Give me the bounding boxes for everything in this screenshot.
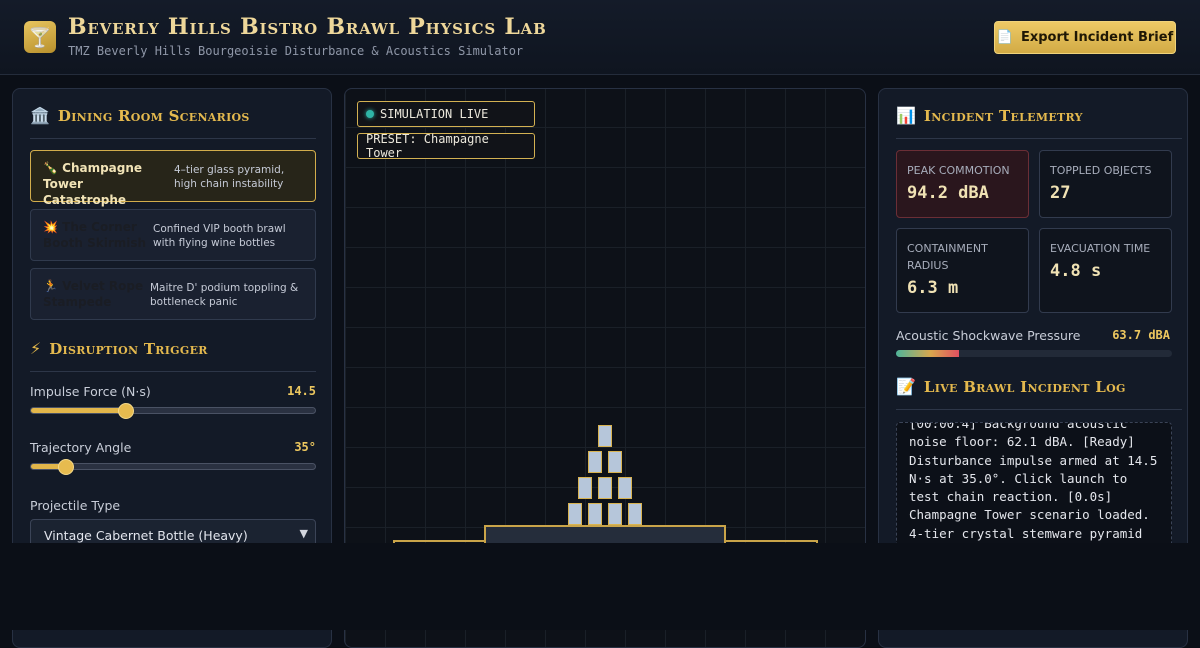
- pressure-label: Acoustic Shockwave Pressure: [896, 328, 1081, 343]
- metric-label: CONTAINMENT RADIUS: [907, 242, 988, 272]
- scenario-card-corner-booth[interactable]: 💥 The Corner Booth Skirmish Confined VIP…: [30, 209, 316, 261]
- metric-value: 4.8 s: [1050, 261, 1102, 281]
- scenario-card-champagne-tower[interactable]: 🍾 Champagne Tower Catastrophe 4–tier gla…: [30, 150, 316, 207]
- pressure-meter-fill: [896, 350, 960, 357]
- slider-value: 35°: [294, 440, 316, 454]
- section-header-telemetry: 📊 Incident Telemetry: [896, 106, 1182, 139]
- document-icon: 📄: [996, 30, 1013, 45]
- champagne-glass: [618, 477, 632, 499]
- slider-track[interactable]: [30, 403, 316, 419]
- slider-value: 14.5: [287, 384, 316, 398]
- export-button-label: Export Incident Brief: [1020, 30, 1174, 45]
- live-indicator-icon: [366, 110, 374, 118]
- pressure-meter: [896, 350, 1172, 357]
- scenario-name: 🏃 Velvet Rope Stampede: [43, 279, 144, 309]
- app-subtitle: TMZ Beverly Hills Bourgeoisie Disturbanc…: [68, 44, 524, 58]
- champagne-icon: 🍾: [43, 161, 58, 175]
- app-title: Beverly Hills Bistro Brawl Physics Lab: [68, 14, 547, 40]
- top-bar: 🍸 Beverly Hills Bistro Brawl Physics Lab…: [0, 0, 1200, 75]
- champagne-glass: [608, 451, 622, 473]
- projectile-type-label: Projectile Type: [30, 498, 121, 513]
- metric-label: TOPPLED OBJECTS: [1050, 164, 1152, 177]
- metric-value: 27: [1050, 183, 1071, 203]
- section-title: Dining Room Scenarios: [57, 107, 250, 125]
- slider-thumb[interactable]: [117, 403, 134, 419]
- pressure-value: 63.7 dBA: [1112, 328, 1170, 342]
- slider-thumb[interactable]: [58, 459, 75, 475]
- scenario-description: Maitre D' podium toppling & bottleneck p…: [150, 282, 299, 308]
- preset-text: PRESET: Champagne Tower: [366, 132, 489, 160]
- metric-label: PEAK COMMOTION: [907, 164, 1010, 177]
- scenario-card-velvet-rope[interactable]: 🏃 Velvet Rope Stampede Maitre D' podium …: [30, 268, 316, 320]
- champagne-glass: [608, 503, 622, 525]
- viewport-bottom: [0, 543, 1200, 630]
- lightning-icon: ⚡: [30, 339, 42, 358]
- metric-peak-commotion: PEAK COMMOTION 94.2 dBA: [896, 150, 1029, 218]
- section-title: Disruption Trigger: [49, 340, 208, 358]
- champagne-glass: [588, 503, 602, 525]
- section-header-log: 📝 Live Brawl Incident Log: [896, 377, 1182, 410]
- export-incident-brief-button[interactable]: 📄 Export Incident Brief: [994, 21, 1176, 54]
- section-title: Live Brawl Incident Log: [923, 378, 1126, 396]
- chevron-down-icon: ▼: [299, 527, 308, 540]
- section-title: Incident Telemetry: [923, 107, 1083, 125]
- champagne-glass: [598, 425, 612, 447]
- building-icon: 🏛️: [30, 106, 50, 125]
- champagne-glass: [628, 503, 642, 525]
- metric-label: EVACUATION TIME: [1050, 242, 1151, 255]
- explosion-icon: 💥: [43, 220, 58, 234]
- selected-value: Vintage Cabernet Bottle (Heavy): [44, 528, 248, 543]
- metric-containment-radius: CONTAINMENT RADIUS 6.3 m: [896, 228, 1029, 313]
- slider-label: Impulse Force (N·s): [30, 384, 151, 399]
- champagne-glass: [588, 451, 602, 473]
- scenario-description: 4–tier glass pyramid, high chain instabi…: [174, 164, 285, 190]
- slider-fill: [31, 408, 125, 413]
- slider-track[interactable]: [30, 459, 316, 475]
- champagne-glass: [568, 503, 582, 525]
- metric-value: 6.3 m: [907, 278, 959, 298]
- scenario-name: 🍾 Champagne Tower Catastrophe: [43, 161, 143, 207]
- runner-icon: 🏃: [43, 279, 58, 293]
- scenario-name: 💥 The Corner Booth Skirmish: [43, 220, 147, 250]
- incident-log-text: [00:00.4] Background acoustic noise floo…: [909, 422, 1158, 541]
- champagne-glass: [598, 477, 612, 499]
- simulation-status-badge: SIMULATION LIVE: [357, 101, 535, 127]
- status-text: SIMULATION LIVE: [380, 107, 489, 121]
- bar-chart-icon: 📊: [896, 106, 916, 125]
- slider-label: Trajectory Angle: [30, 440, 132, 455]
- section-header-scenarios: 🏛️ Dining Room Scenarios: [30, 106, 316, 139]
- preset-badge: PRESET: Champagne Tower: [357, 132, 535, 160]
- metric-toppled-objects: TOPPLED OBJECTS 27: [1039, 150, 1172, 218]
- section-header-trigger: ⚡ Disruption Trigger: [30, 339, 316, 372]
- dining-table: [484, 525, 726, 545]
- cocktail-icon: 🍸: [24, 21, 56, 53]
- metric-value: 94.2 dBA: [907, 183, 989, 203]
- metric-evacuation-time: EVACUATION TIME 4.8 s: [1039, 228, 1172, 313]
- scenario-description: Confined VIP booth brawl with flying win…: [153, 223, 286, 249]
- champagne-glass: [578, 477, 592, 499]
- memo-icon: 📝: [896, 377, 916, 396]
